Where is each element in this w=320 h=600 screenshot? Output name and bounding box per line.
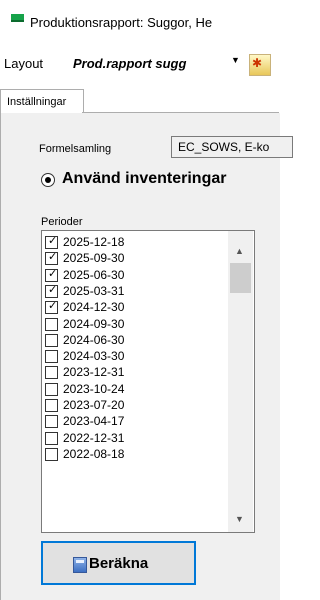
period-item[interactable]: ✓ 2025-12-18	[45, 235, 225, 251]
inventering-radio-label[interactable]: Använd inventeringar	[62, 170, 226, 188]
period-label: 2022-08-18	[63, 446, 125, 461]
period-item[interactable]: 2023-07-20	[45, 398, 225, 414]
period-label: 2024-12-30	[63, 300, 125, 315]
period-item[interactable]: ✓ 2024-12-30	[45, 300, 225, 316]
period-label: 2024-03-30	[63, 349, 125, 364]
period-checkbox[interactable]: ✓	[45, 251, 58, 266]
chevron-down-icon[interactable]: ▼	[231, 55, 240, 65]
period-label: 2025-12-18	[63, 235, 125, 249]
checkmark-icon: ✓	[48, 251, 58, 264]
period-checkbox[interactable]	[45, 317, 58, 331]
checkmark-icon: ✓	[48, 300, 58, 313]
period-item[interactable]: ✓ 2025-09-30	[45, 251, 225, 267]
tab-strip: Inställningar	[0, 86, 279, 114]
formelsamling-value: EC_SOWS, E-ko	[178, 140, 270, 154]
berakna-button[interactable]: Beräkna	[41, 541, 196, 585]
period-label: 2023-07-20	[63, 398, 125, 412]
period-label: 2025-09-30	[63, 251, 125, 266]
period-item[interactable]: 2023-04-17	[45, 414, 225, 430]
period-item[interactable]: ✓ 2025-03-31	[45, 284, 225, 300]
period-item[interactable]: 2023-10-24	[45, 382, 225, 398]
period-label: 2025-03-31	[63, 283, 125, 298]
period-checkbox[interactable]: ✓	[45, 267, 58, 282]
period-label: 2023-10-24	[63, 381, 125, 396]
period-checkbox[interactable]	[45, 350, 58, 364]
layout-value: Prod.rapport sugg	[73, 56, 187, 71]
checkmark-icon: ✓	[48, 235, 58, 247]
delete-layout-icon: ✱	[252, 56, 263, 70]
scrollbar[interactable]: ▲ ▼	[228, 231, 253, 532]
perioder-list[interactable]: ▲ ▼ ✓ 2025-12-18 ✓ 2025-09-30 ✓ 2025-06-30 ✓ 20…	[41, 230, 255, 533]
period-checkbox[interactable]: ✓	[45, 283, 58, 298]
period-checkbox[interactable]	[45, 447, 58, 461]
period-item[interactable]: 2022-12-31	[45, 431, 225, 447]
radio-selected-dot	[45, 177, 51, 183]
scroll-thumb[interactable]	[230, 263, 251, 293]
inventering-radio[interactable]	[41, 173, 55, 187]
settings-panel: Formelsamling EC_SOWS, E-ko Använd inven…	[0, 113, 293, 600]
period-label: 2024-06-30	[63, 332, 125, 347]
perioder-label: Perioder	[41, 216, 83, 228]
period-item[interactable]: 2024-03-30	[45, 349, 225, 365]
scroll-up-arrow-icon[interactable]: ▲	[235, 246, 244, 256]
period-label: 2025-06-30	[63, 267, 125, 282]
layout-delete-button[interactable]: ✱	[249, 54, 271, 76]
period-checkbox[interactable]: ✓	[45, 300, 58, 315]
period-item[interactable]: 2024-06-30	[45, 333, 225, 349]
calculator-icon	[73, 557, 87, 573]
formelsamling-field[interactable]: EC_SOWS, E-ko	[171, 136, 293, 158]
tab-installningar[interactable]: Inställningar	[0, 89, 84, 114]
scroll-down-arrow-icon[interactable]: ▼	[235, 514, 244, 524]
formelsamling-label: Formelsamling	[39, 143, 112, 155]
period-checkbox[interactable]: ✓	[45, 235, 58, 249]
layout-dropdown[interactable]: Prod.rapport sugg ▼ ✱	[69, 53, 271, 76]
period-checkbox[interactable]	[45, 399, 58, 412]
berakna-label: Beräkna	[89, 555, 149, 572]
period-checkbox[interactable]	[45, 431, 58, 445]
period-label: 2023-12-31	[63, 365, 125, 380]
title-bar: Produktionsrapport: Suggor, He	[0, 0, 279, 44]
period-item[interactable]: 2022-08-18	[45, 447, 225, 463]
layout-label: Layout	[4, 56, 44, 71]
checkmark-icon: ✓	[48, 283, 58, 296]
app-icon	[11, 14, 24, 22]
window-title: Produktionsrapport: Suggor, He	[30, 15, 213, 30]
period-item[interactable]: 2023-12-31	[45, 365, 225, 381]
period-checkbox[interactable]	[45, 333, 58, 347]
period-item[interactable]: 2024-09-30	[45, 317, 225, 333]
period-checkbox[interactable]	[45, 415, 58, 429]
checkmark-icon: ✓	[48, 267, 58, 280]
period-label: 2023-04-17	[63, 414, 125, 429]
period-label: 2022-12-31	[63, 430, 125, 445]
period-checkbox[interactable]	[45, 382, 58, 396]
period-checkbox[interactable]	[45, 366, 58, 380]
tab-label: Inställningar	[7, 96, 67, 108]
period-item[interactable]: ✓ 2025-06-30	[45, 268, 225, 284]
period-label: 2024-09-30	[63, 316, 125, 331]
toolbar: Layout Prod.rapport sugg ▼ ✱	[0, 44, 279, 82]
